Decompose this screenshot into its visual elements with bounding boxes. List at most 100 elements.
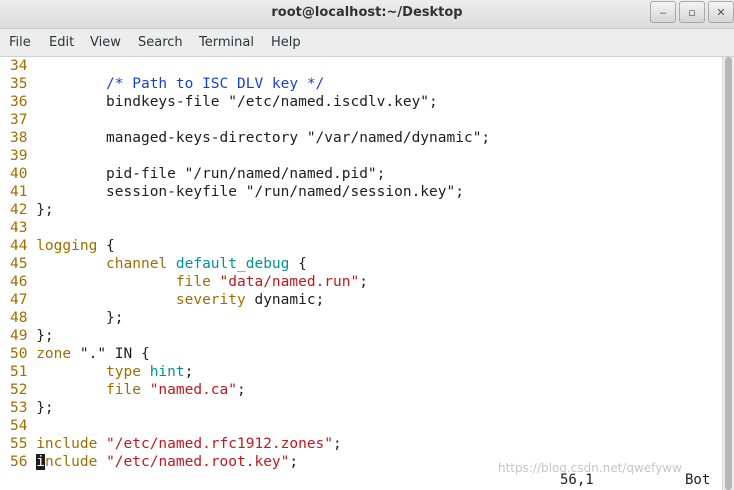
cursor-position: 56,1 — [560, 472, 594, 488]
code-token: severity — [175, 292, 246, 308]
code-token: file — [106, 382, 141, 398]
code-line: 44 logging { — [10, 237, 115, 255]
code-token: include — [36, 436, 98, 452]
code-line: 39 — [10, 147, 36, 165]
code-line: 52 file "named.ca"; — [10, 381, 246, 399]
line-number: 45 — [10, 256, 37, 272]
code-line: 50 zone "." IN { — [10, 345, 150, 363]
line-number: 40 — [10, 166, 37, 182]
line-number: 54 — [10, 418, 37, 434]
window-title: root@localhost:~/Desktop — [271, 5, 463, 20]
line-number: 46 — [10, 274, 37, 290]
menu-help[interactable]: Help — [271, 35, 301, 50]
code-line: 36 bindkeys-file "/etc/named.iscdlv.key"… — [10, 93, 438, 111]
code-token: default_debug — [175, 256, 290, 272]
code-token: channel — [106, 256, 168, 272]
code-line: 56 include "/etc/named.root.key"; — [10, 453, 298, 471]
code-token: ; — [184, 364, 194, 380]
line-number: 47 — [10, 292, 37, 308]
code-token: nclude — [44, 454, 98, 470]
code-token: }; — [36, 400, 54, 416]
menu-file[interactable]: File — [9, 35, 31, 50]
code-token: zone — [36, 346, 72, 362]
line-number: 39 — [10, 148, 37, 164]
scrollbar-thumb[interactable] — [725, 57, 732, 490]
code-token: bindkeys-file "/etc/named.iscdlv.key"; — [36, 94, 438, 110]
code-token: { — [97, 238, 115, 254]
close-button[interactable]: ✕ — [708, 1, 734, 23]
line-number: 35 — [10, 76, 37, 92]
terminal-window: root@localhost:~/Desktop ‒ ▫ ✕ File Edit… — [0, 0, 734, 490]
line-number: 37 — [10, 112, 37, 128]
vertical-scrollbar[interactable] — [722, 57, 734, 490]
code-line: 47 severity dynamic; — [10, 291, 324, 309]
code-token: }; — [36, 202, 54, 218]
code-token: }; — [36, 328, 54, 344]
code-line: 45 channel default_debug { — [10, 255, 307, 273]
code-line: 49 }; — [10, 327, 54, 345]
code-token: "/etc/named.root.key" — [106, 454, 290, 470]
line-number: 42 — [10, 202, 37, 218]
code-line: 38 managed-keys-directory "/var/named/dy… — [10, 129, 490, 147]
line-number: 38 — [10, 130, 37, 146]
menu-bar: File Edit View Search Terminal Help — [0, 29, 734, 57]
line-number: 55 — [10, 436, 37, 452]
code-token: hint — [149, 364, 185, 380]
code-line: 53 }; — [10, 399, 54, 417]
code-line: 34 — [10, 57, 36, 75]
code-token: session-keyfile "/run/named/session.key"… — [36, 184, 464, 200]
code-line: 35 /* Path to ISC DLV key */ — [10, 75, 324, 93]
line-number: 49 — [10, 328, 37, 344]
minimize-button[interactable]: ‒ — [650, 1, 676, 23]
line-number: 50 — [10, 346, 37, 362]
code-token: ; — [237, 382, 246, 398]
code-line: 40 pid-file "/run/named/named.pid"; — [10, 165, 385, 183]
code-line: 51 type hint; — [10, 363, 193, 381]
menu-search[interactable]: Search — [138, 35, 183, 50]
code-token: dynamic; — [245, 292, 325, 308]
line-number: 43 — [10, 220, 37, 236]
line-number: 44 — [10, 238, 37, 254]
scroll-position-indicator: Bot — [685, 472, 711, 488]
code-token: { — [289, 256, 307, 272]
code-token: ; — [289, 454, 299, 470]
line-number: 52 — [10, 382, 37, 398]
menu-terminal[interactable]: Terminal — [199, 35, 254, 50]
code-token: /* Path to ISC DLV key */ — [36, 76, 325, 92]
code-token: "." IN { — [71, 346, 150, 362]
maximize-button[interactable]: ▫ — [679, 1, 705, 23]
code-token: ; — [359, 274, 368, 290]
code-line: 37 — [10, 111, 36, 129]
line-number: 41 — [10, 184, 37, 200]
code-line: 41 session-keyfile "/run/named/session.k… — [10, 183, 464, 201]
terminal-text-area[interactable]: 34 35 /* Path to ISC DLV key */36 bindke… — [0, 57, 722, 490]
line-number: 53 — [10, 400, 37, 416]
line-number: 48 — [10, 310, 37, 326]
code-token: }; — [36, 310, 124, 326]
code-line: 43 — [10, 219, 36, 237]
line-number: 56 — [10, 454, 37, 470]
code-token: managed-keys-directory "/var/named/dynam… — [36, 130, 491, 146]
code-line: 48 }; — [10, 309, 124, 327]
code-token: logging — [36, 238, 98, 254]
code-token: "/etc/named.rfc1912.zones" — [106, 436, 334, 452]
code-line: 46 file "data/named.run"; — [10, 273, 368, 291]
code-line: 55 include "/etc/named.rfc1912.zones"; — [10, 435, 342, 453]
code-line: 54 — [10, 417, 36, 435]
code-line: 42 }; — [10, 201, 54, 219]
menu-view[interactable]: View — [90, 35, 121, 50]
menu-edit[interactable]: Edit — [49, 35, 74, 50]
code-token: file — [175, 274, 211, 290]
line-number: 51 — [10, 364, 37, 380]
title-bar[interactable]: root@localhost:~/Desktop ‒ ▫ ✕ — [0, 0, 734, 29]
